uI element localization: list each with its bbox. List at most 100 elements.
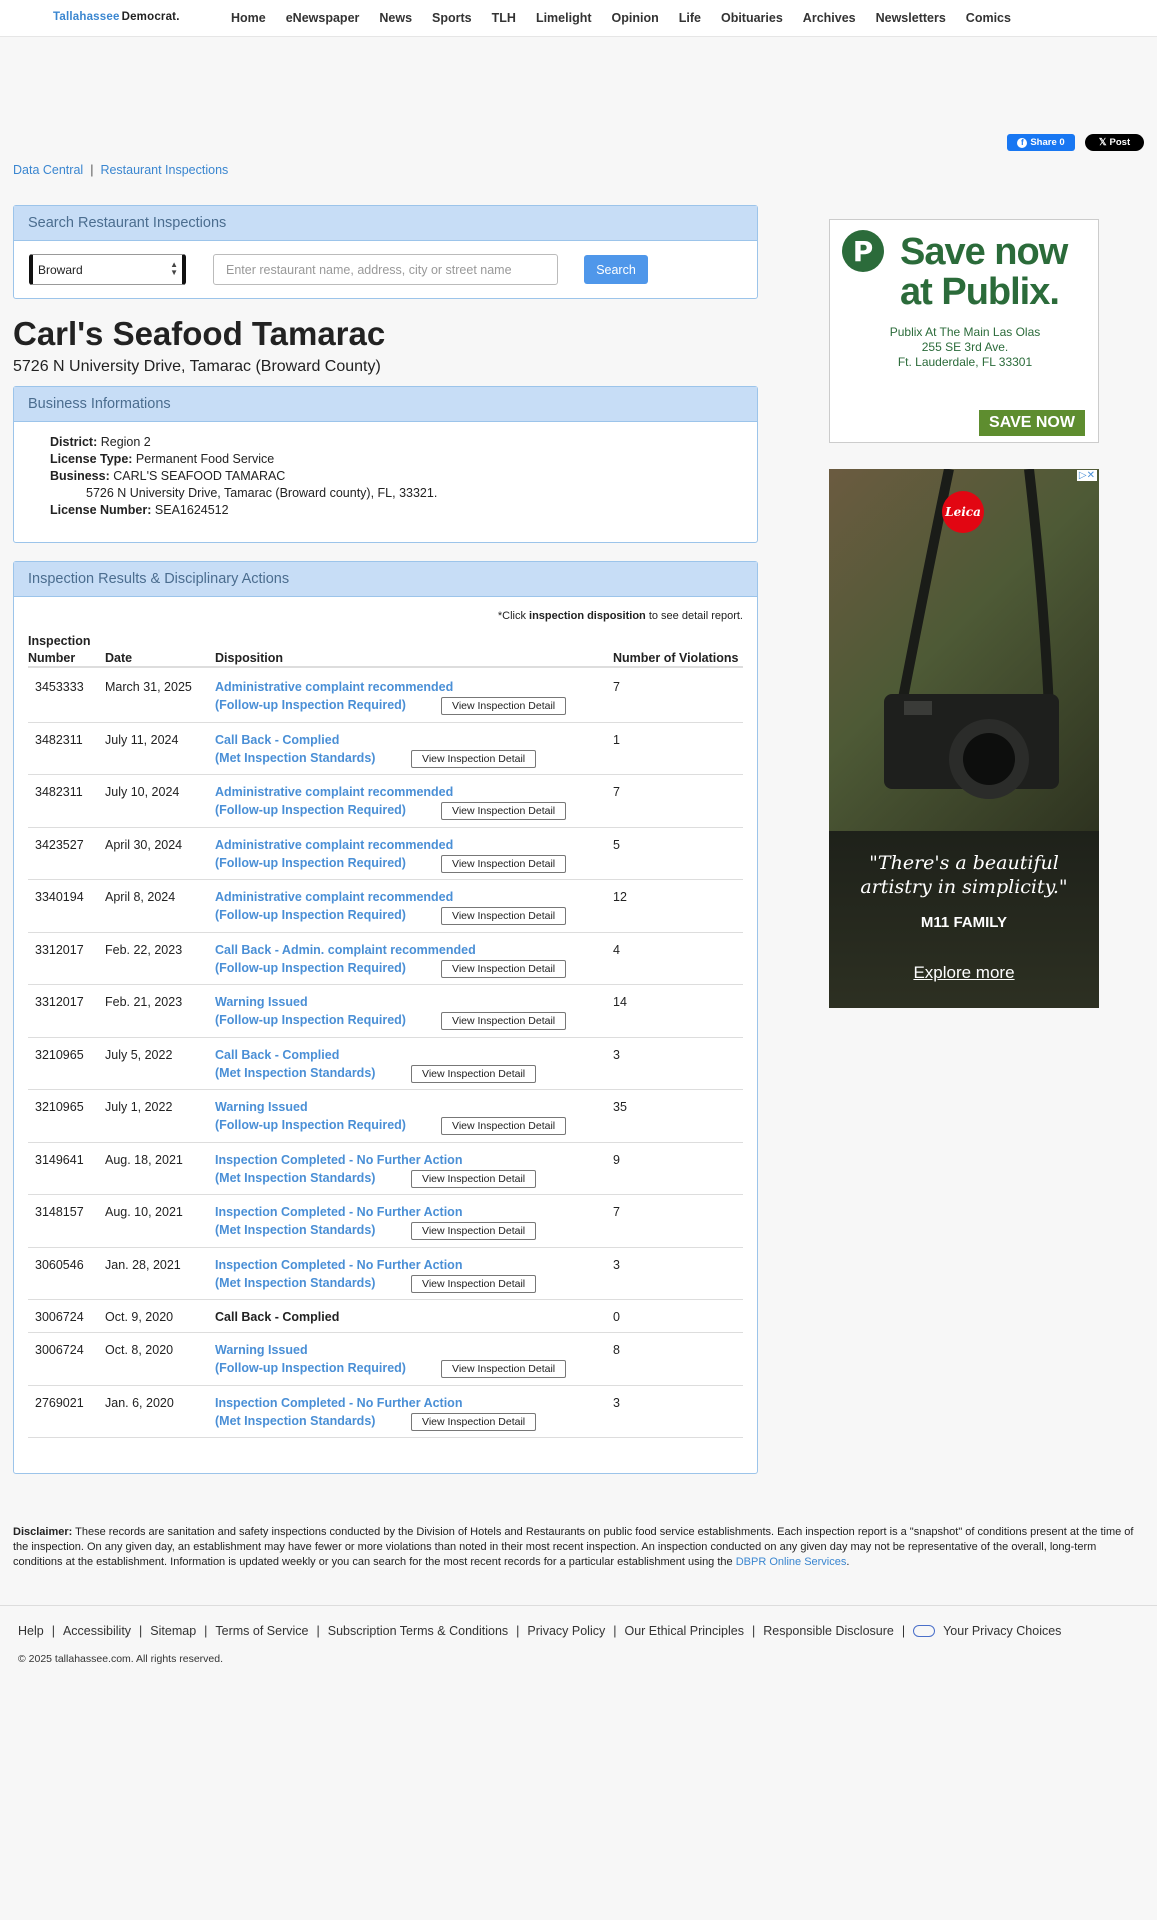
footer-privacy-policy[interactable]: Privacy Policy bbox=[527, 1624, 605, 1638]
disposition-status-link[interactable]: (Met Inspection Standards) bbox=[215, 1171, 375, 1185]
ad-close-icon[interactable]: ▷✕ bbox=[1076, 470, 1097, 481]
disposition-link[interactable]: Inspection Completed - No Further Action bbox=[215, 1153, 462, 1167]
disposition-status-link[interactable]: (Follow-up Inspection Required) bbox=[215, 698, 406, 712]
nav-limelight[interactable]: Limelight bbox=[536, 11, 592, 25]
disposition-link[interactable]: Call Back - Complied bbox=[215, 733, 339, 747]
inspection-date: Aug. 10, 2021 bbox=[105, 1205, 183, 1219]
disposition-status-link[interactable]: (Follow-up Inspection Required) bbox=[215, 1118, 406, 1132]
inspection-date: April 30, 2024 bbox=[105, 837, 183, 852]
violation-count: 8 bbox=[613, 1343, 620, 1357]
nav-sports[interactable]: Sports bbox=[432, 11, 472, 25]
disposition-link[interactable]: Inspection Completed - No Further Action bbox=[215, 1205, 462, 1219]
nav-home[interactable]: Home bbox=[231, 11, 266, 25]
view-inspection-detail-button[interactable]: View Inspection Detail bbox=[441, 1360, 567, 1378]
disposition-link[interactable]: Warning Issued bbox=[215, 995, 308, 1009]
nav-obituaries[interactable]: Obituaries bbox=[721, 11, 783, 25]
leica-ad[interactable]: Leica ▷✕ "There's a beautiful artistry in… bbox=[829, 469, 1099, 1008]
disposition-link[interactable]: Inspection Completed - No Further Action bbox=[215, 1396, 462, 1410]
table-row: 2769021 Jan. 6, 2020 Inspection Completed … bbox=[28, 1386, 743, 1438]
disposition-status-link[interactable]: (Follow-up Inspection Required) bbox=[215, 803, 406, 817]
view-inspection-detail-button[interactable]: View Inspection Detail bbox=[411, 1222, 537, 1240]
footer-terms-of-service[interactable]: Terms of Service bbox=[215, 1624, 308, 1638]
dbpr-online-services-link[interactable]: DBPR Online Services bbox=[736, 1556, 847, 1568]
disposition-status-link[interactable]: (Met Inspection Standards) bbox=[215, 751, 375, 765]
view-inspection-detail-button[interactable]: View Inspection Detail bbox=[441, 1012, 567, 1030]
publix-ad[interactable]: P Save now at Publix. Publix At The Main … bbox=[829, 219, 1099, 443]
footer-responsible-disclosure[interactable]: Responsible Disclosure bbox=[763, 1624, 894, 1638]
disposition-status-link[interactable]: (Follow-up Inspection Required) bbox=[215, 908, 406, 922]
disposition-status-link[interactable]: (Follow-up Inspection Required) bbox=[215, 1013, 406, 1027]
disposition-link[interactable]: Call Back - Complied bbox=[215, 1048, 339, 1062]
violation-count: 4 bbox=[613, 942, 620, 957]
facebook-icon: f bbox=[1017, 137, 1028, 148]
view-inspection-detail-button[interactable]: View Inspection Detail bbox=[441, 959, 567, 978]
inspection-date: Feb. 22, 2023 bbox=[105, 942, 183, 957]
nav-tlh[interactable]: TLH bbox=[492, 11, 516, 25]
nav-enewspaper[interactable]: eNewspaper bbox=[286, 11, 360, 25]
disposition-link[interactable]: Administrative complaint recommended bbox=[215, 890, 453, 904]
inspection-number: 3210965 bbox=[35, 1047, 84, 1062]
disposition-status-link[interactable]: (Met Inspection Standards) bbox=[215, 1276, 375, 1290]
county-select[interactable]: Broward ▲ ▼ bbox=[29, 254, 186, 285]
table-row: 3006724 Oct. 9, 2020 Call Back - Complied 0 bbox=[28, 1300, 743, 1333]
search-input[interactable]: Enter restaurant name, address, city or … bbox=[213, 254, 558, 285]
disposition-link[interactable]: Administrative complaint recommended bbox=[215, 785, 453, 799]
disposition-link[interactable]: Warning Issued bbox=[215, 1100, 308, 1114]
nav-life[interactable]: Life bbox=[679, 11, 701, 25]
publix-headline-line1: Save now bbox=[900, 231, 1068, 273]
view-inspection-detail-button[interactable]: View Inspection Detail bbox=[411, 1412, 537, 1431]
violation-count: 3 bbox=[613, 1395, 620, 1410]
footer-subscription-terms[interactable]: Subscription Terms & Conditions bbox=[328, 1624, 508, 1638]
x-post-label: Post bbox=[1109, 137, 1131, 148]
footer-privacy-choices[interactable]: Your Privacy Choices bbox=[943, 1624, 1061, 1638]
inspection-date: July 5, 2022 bbox=[105, 1047, 173, 1062]
business-info-panel: Business Informations District: Region 2… bbox=[13, 386, 758, 543]
view-inspection-detail-button[interactable]: View Inspection Detail bbox=[411, 1274, 537, 1293]
publix-save-now-button[interactable]: SAVE NOW bbox=[979, 410, 1085, 436]
disposition-status-link[interactable]: (Met Inspection Standards) bbox=[215, 1066, 375, 1080]
disposition-status-link[interactable]: (Follow-up Inspection Required) bbox=[215, 1361, 406, 1375]
site-logo[interactable]: Tallahassee Democrat. bbox=[53, 11, 180, 23]
footer-ethical-principles[interactable]: Our Ethical Principles bbox=[624, 1624, 744, 1638]
view-inspection-detail-button[interactable]: View Inspection Detail bbox=[441, 802, 567, 820]
view-inspection-detail-button[interactable]: View Inspection Detail bbox=[411, 749, 537, 768]
disposition-status-link[interactable]: (Follow-up Inspection Required) bbox=[215, 961, 406, 975]
nav-newsletters[interactable]: Newsletters bbox=[876, 11, 946, 25]
disposition-status-link[interactable]: (Follow-up Inspection Required) bbox=[215, 856, 406, 870]
footer-divider bbox=[0, 1605, 1157, 1606]
footer-accessibility[interactable]: Accessibility bbox=[63, 1624, 131, 1638]
breadcrumb-data-central[interactable]: Data Central bbox=[13, 163, 83, 177]
view-inspection-detail-button[interactable]: View Inspection Detail bbox=[441, 697, 567, 715]
disposition-status-link[interactable]: (Met Inspection Standards) bbox=[215, 1414, 375, 1428]
nav-news[interactable]: News bbox=[379, 11, 412, 25]
leica-quote-line2: artistry in simplicity." bbox=[860, 876, 1068, 898]
search-button[interactable]: Search bbox=[584, 255, 648, 284]
nav-opinion[interactable]: Opinion bbox=[612, 11, 659, 25]
disposition-link[interactable]: Administrative complaint recommended bbox=[215, 680, 453, 694]
violation-count: 7 bbox=[613, 1205, 620, 1219]
view-inspection-detail-button[interactable]: View Inspection Detail bbox=[411, 1169, 537, 1188]
footer-help[interactable]: Help bbox=[18, 1624, 44, 1638]
view-inspection-detail-button[interactable]: View Inspection Detail bbox=[441, 1117, 567, 1135]
nav-comics[interactable]: Comics bbox=[966, 11, 1011, 25]
view-inspection-detail-button[interactable]: View Inspection Detail bbox=[441, 907, 567, 925]
inspection-number: 2769021 bbox=[35, 1395, 84, 1410]
click-note-bold: inspection disposition bbox=[529, 610, 646, 622]
disposition-link[interactable]: Administrative complaint recommended bbox=[215, 838, 453, 852]
breadcrumb-restaurant-inspections[interactable]: Restaurant Inspections bbox=[100, 163, 228, 177]
disposition-link[interactable]: Call Back - Admin. complaint recommended bbox=[215, 943, 476, 957]
disposition-status-link[interactable]: (Met Inspection Standards) bbox=[215, 1223, 375, 1237]
facebook-share-button[interactable]: f Share 0 bbox=[1007, 134, 1075, 151]
x-post-button[interactable]: 𝕏 Post bbox=[1085, 134, 1144, 151]
nav-archives[interactable]: Archives bbox=[803, 11, 856, 25]
disposition-link[interactable]: Warning Issued bbox=[215, 1343, 308, 1357]
view-inspection-detail-button[interactable]: View Inspection Detail bbox=[411, 1064, 537, 1083]
footer-sitemap[interactable]: Sitemap bbox=[150, 1624, 196, 1638]
business-info-body: District: Region 2 License Type: Permane… bbox=[50, 434, 437, 519]
click-note-post: to see detail report. bbox=[645, 610, 743, 622]
disposition-link[interactable]: Inspection Completed - No Further Action bbox=[215, 1258, 462, 1272]
view-inspection-detail-button[interactable]: View Inspection Detail bbox=[441, 854, 567, 873]
inspection-date: April 8, 2024 bbox=[105, 890, 176, 904]
leica-explore-link[interactable]: Explore more bbox=[829, 963, 1099, 983]
footer-separator: | bbox=[613, 1624, 617, 1638]
